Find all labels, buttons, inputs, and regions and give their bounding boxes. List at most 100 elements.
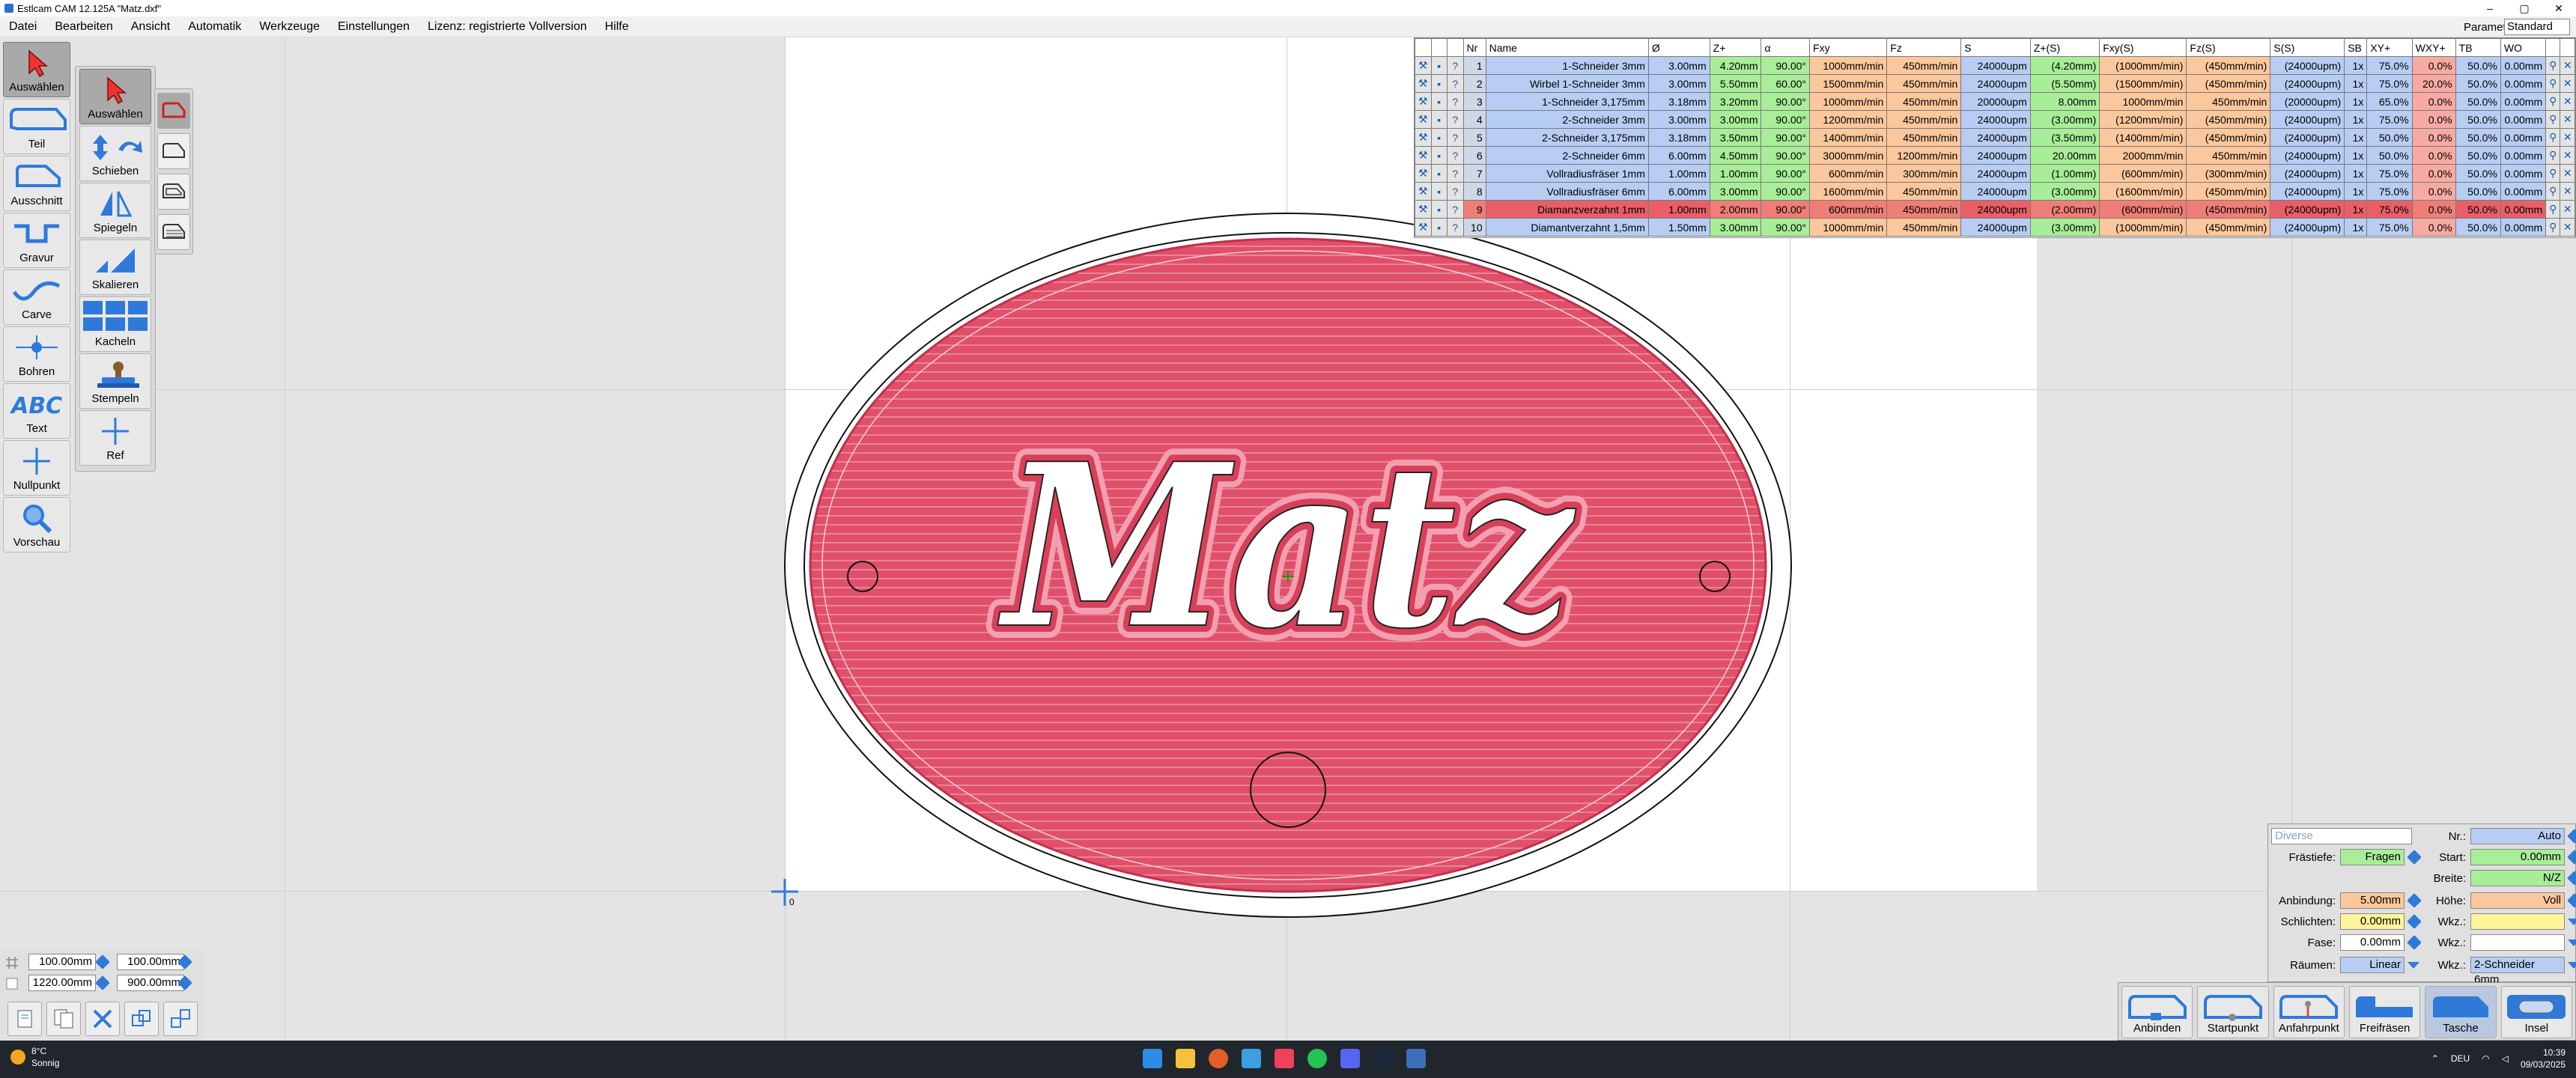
table-cell[interactable]: (3.00mm) — [2029, 110, 2100, 129]
op-anfahrpunkt[interactable]: Anfahrpunkt — [2273, 986, 2345, 1038]
table-cell[interactable]: 0.00mm — [2500, 110, 2547, 129]
shape-tool-1[interactable] — [157, 93, 190, 129]
fraestiefe-field[interactable]: Fragen — [2340, 849, 2405, 865]
table-cell[interactable]: 1400mm/min — [1809, 128, 1888, 147]
col-wo[interactable]: WO — [2500, 38, 2547, 57]
table-cell[interactable]: 0.0% — [2411, 110, 2456, 129]
table-cell[interactable]: 90.00° — [1761, 110, 1811, 129]
table-cell[interactable]: 50.0% — [2455, 164, 2501, 183]
col-tb[interactable]: TB — [2455, 38, 2501, 57]
table-cell[interactable]: (450mm/min) — [2186, 200, 2271, 219]
table-cell[interactable]: 3.18mm — [1647, 128, 1710, 147]
wrench-icon[interactable]: ⚒ — [1415, 128, 1432, 147]
table-cell[interactable]: (20000upm) — [2270, 92, 2345, 111]
table-cell[interactable]: (24000upm) — [2270, 164, 2345, 183]
table-cell[interactable]: 2-Schneider 6mm — [1485, 146, 1649, 165]
delete-icon[interactable]: ✕ — [2560, 200, 2575, 219]
table-cell[interactable]: 75.0% — [2366, 110, 2413, 129]
col-fz-s[interactable]: Fz(S) — [2186, 38, 2271, 57]
table-cell[interactable]: (24000upm) — [2270, 200, 2345, 219]
table-cell[interactable]: (24000upm) — [2270, 110, 2345, 129]
table-cell[interactable]: (2.00mm) — [2029, 200, 2100, 219]
table-cell[interactable]: 0.0% — [2411, 56, 2456, 75]
table-cell[interactable]: 3.00mm — [1647, 74, 1710, 93]
arrange-button[interactable] — [124, 1002, 159, 1036]
table-cell[interactable]: 450mm/min — [1886, 56, 1962, 75]
tool-nullpunkt[interactable]: Nullpunkt — [3, 440, 70, 496]
coord-x-input[interactable]: 100.00mm — [28, 954, 96, 970]
table-cell[interactable]: Vollradiusfräser 1mm — [1485, 164, 1649, 183]
table-cell[interactable]: 1-Schneider 3mm — [1485, 56, 1649, 75]
firefox-icon[interactable] — [1209, 1049, 1228, 1068]
table-cell[interactable]: 3.18mm — [1647, 92, 1710, 111]
table-cell[interactable]: (600mm/min) — [2099, 164, 2187, 183]
shape-tool-2[interactable] — [157, 133, 190, 169]
table-cell[interactable]: 20000upm — [1960, 92, 2031, 111]
copy-button[interactable] — [7, 1002, 42, 1036]
table-cell[interactable]: 1.50mm — [1647, 218, 1710, 237]
size-w-input[interactable]: 1220.00mm — [28, 975, 96, 991]
table-cell[interactable]: 75.0% — [2366, 200, 2413, 219]
col-alpha[interactable]: α — [1761, 38, 1811, 57]
language-indicator[interactable]: DEU — [2451, 1053, 2470, 1064]
search-icon[interactable]: ⚲ — [2545, 92, 2561, 111]
table-cell[interactable]: 0.0% — [2411, 182, 2456, 201]
table-cell[interactable]: (1000mm/min) — [2099, 56, 2187, 75]
table-cell[interactable]: 450mm/min — [2186, 92, 2271, 111]
search-icon[interactable]: ⚲ — [2545, 164, 2561, 183]
help-icon[interactable]: ? — [1447, 182, 1464, 201]
col-wxyplus[interactable]: WXY+ — [2411, 38, 2456, 57]
col-zplus[interactable]: Z+ — [1709, 38, 1762, 57]
tool-carve[interactable]: Carve — [3, 270, 70, 325]
tool-text[interactable]: ABC Text — [3, 383, 70, 439]
search-icon[interactable]: ⚲ — [2545, 200, 2561, 219]
table-cell[interactable]: 50.0% — [2455, 200, 2501, 219]
table-cell[interactable]: 90.00° — [1761, 146, 1811, 165]
table-cell[interactable]: 6.00mm — [1647, 146, 1710, 165]
table-cell[interactable]: 6.00mm — [1647, 182, 1710, 201]
wrench-icon[interactable]: ⚒ — [1415, 200, 1432, 219]
cut-button[interactable] — [85, 1002, 120, 1036]
wrench-icon[interactable]: ⚒ — [1415, 110, 1432, 129]
table-row[interactable]: ⚒ ▪? 6 2-Schneider 6mm 6.00mm 4.50mm 90.00° 300… — [1415, 146, 2575, 165]
col-xyplus[interactable]: XY+ — [2366, 38, 2413, 57]
table-cell[interactable]: 50.0% — [2455, 182, 2501, 201]
menu-automatik[interactable]: Automatik — [179, 20, 250, 34]
table-cell[interactable]: (1200mm/min) — [2099, 110, 2187, 129]
tool-image-icon[interactable]: ▪ — [1430, 182, 1448, 201]
table-cell[interactable]: 2-Schneider 3mm — [1485, 110, 1649, 129]
delete-icon[interactable]: ✕ — [2560, 182, 2575, 201]
table-cell[interactable]: Vollradiusfräser 6mm — [1485, 182, 1649, 201]
size-w-spin-icon[interactable] — [95, 975, 110, 990]
tool-image-icon[interactable]: ▪ — [1430, 56, 1448, 75]
table-cell[interactable]: 1200mm/min — [1886, 146, 1962, 165]
delete-icon[interactable]: ✕ — [2560, 92, 2575, 111]
nr-field[interactable]: Auto — [2470, 828, 2565, 844]
subtool-ref[interactable]: Ref — [79, 410, 151, 466]
table-cell[interactable]: 4.20mm — [1709, 56, 1762, 75]
table-cell[interactable]: 24000upm — [1960, 182, 2031, 201]
table-cell[interactable]: 3.00mm — [1709, 218, 1762, 237]
tool-image-icon[interactable]: ▪ — [1430, 110, 1448, 129]
table-cell[interactable]: (450mm/min) — [2186, 218, 2271, 237]
table-cell[interactable]: 90.00° — [1761, 182, 1811, 201]
table-cell[interactable]: 90.00° — [1761, 128, 1811, 147]
table-cell[interactable]: 0.00mm — [2500, 74, 2547, 93]
discord-icon[interactable] — [1340, 1049, 1360, 1068]
table-cell[interactable]: 24000upm — [1960, 128, 2031, 147]
volume-icon[interactable]: ◁ — [2502, 1053, 2509, 1064]
table-cell[interactable]: 0.00mm — [2500, 200, 2547, 219]
nr-spin-icon[interactable] — [2567, 829, 2576, 844]
table-cell[interactable]: 3.20mm — [1709, 92, 1762, 111]
subtool-schieben[interactable]: Schieben — [79, 126, 151, 181]
wkz3-field[interactable]: 2-Schneider 6mm — [2470, 957, 2565, 986]
table-cell[interactable]: 450mm/min — [1886, 128, 1962, 147]
col-nr[interactable]: Nr — [1462, 38, 1486, 57]
wkz3-dropdown-icon[interactable] — [2568, 961, 2576, 969]
help-icon[interactable]: ? — [1447, 164, 1464, 183]
table-row[interactable]: ⚒ ▪? 8 Vollradiusfräser 6mm 6.00mm 3.00mm 90.0… — [1415, 182, 2575, 201]
table-cell[interactable]: 75.0% — [2366, 164, 2413, 183]
menu-werkzeuge[interactable]: Werkzeuge — [250, 20, 329, 34]
size-h-input[interactable]: 900.00mm — [117, 975, 184, 991]
tool-image-icon[interactable]: ▪ — [1430, 218, 1448, 237]
